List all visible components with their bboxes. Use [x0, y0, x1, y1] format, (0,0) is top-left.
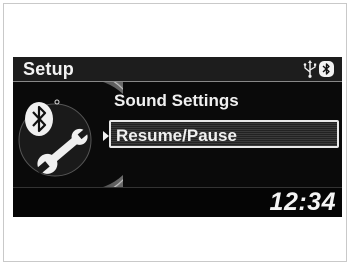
menu-item-resume-pause[interactable]: Resume/Pause	[109, 120, 339, 148]
status-bar: 12:34	[13, 187, 342, 217]
audio-display-screen: Setup Sound Settings Resume/Pause 12:34	[13, 57, 342, 217]
bluetooth-status-icon	[319, 61, 334, 77]
usb-icon	[303, 60, 317, 78]
screen-header: Setup	[13, 57, 342, 82]
clock-display: 12:34	[269, 188, 336, 216]
menu-item-sound-settings[interactable]: Sound Settings	[109, 87, 339, 115]
screen-title: Setup	[23, 59, 75, 79]
